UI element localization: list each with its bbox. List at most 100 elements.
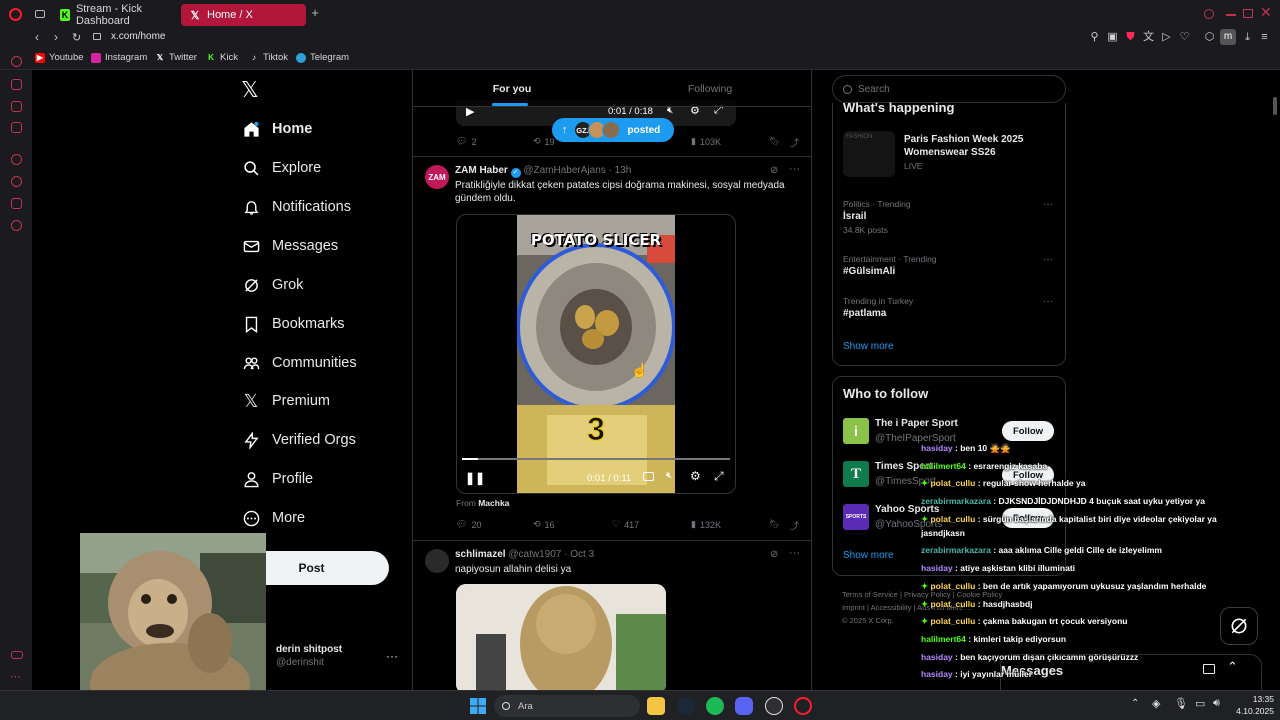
tweet-time[interactable]: · 13h	[609, 165, 632, 176]
sidebar-chat-icon[interactable]	[11, 101, 22, 112]
extensions-icon[interactable]: ⬡	[1204, 32, 1215, 43]
windows-start-icon[interactable]	[469, 697, 487, 715]
footer-link[interactable]: Imprint	[842, 603, 865, 612]
tab-following[interactable]: Following	[611, 70, 809, 107]
author-handle[interactable]: @ZamHaberAjans	[523, 165, 605, 176]
translate-icon[interactable]: 文	[1143, 32, 1154, 43]
grok-floating-button[interactable]	[1220, 607, 1258, 645]
page-scrollbar[interactable]	[1272, 70, 1278, 690]
trend-item[interactable]: Trending in Turkey #patlama ···	[843, 296, 1058, 326]
forward-button[interactable]: ›	[54, 30, 58, 44]
mute-icon[interactable]: 🔇︎	[666, 470, 672, 481]
opera-logo-icon[interactable]	[9, 8, 22, 21]
tab-kick-dashboard[interactable]: K Stream - Kick Dashboard	[52, 3, 178, 27]
views-button[interactable]: ▮ 132K	[691, 519, 721, 530]
new-message-icon[interactable]	[1203, 664, 1215, 674]
bookmark-kick[interactable]: K Kick	[206, 52, 238, 63]
clock[interactable]: 13:35 4.10.2025	[1230, 693, 1274, 717]
footer-link[interactable]: Terms of Service	[842, 590, 898, 599]
author-name[interactable]: schlimazel	[455, 549, 506, 560]
taskbar-search[interactable]: Ara	[494, 695, 640, 717]
views-button[interactable]: ▮ 103K	[691, 136, 721, 147]
nav-notifications[interactable]: Notifications	[242, 192, 351, 222]
bookmark-telegram[interactable]: Telegram	[296, 52, 349, 63]
trend-item[interactable]: Politics · Trending İsrail 34.8K posts ·…	[843, 199, 1058, 239]
pin-icon[interactable]: ⚲	[1089, 32, 1100, 43]
snapshot-icon[interactable]: ▣	[1107, 32, 1118, 43]
posted-pill[interactable]: ↑ GZ. posted	[552, 118, 674, 142]
sidebar-history-icon[interactable]	[11, 176, 22, 187]
captions-icon[interactable]	[643, 472, 654, 481]
bookmark-button[interactable]: 🔖︎	[769, 136, 780, 147]
sidebar-messenger-icon[interactable]	[11, 122, 22, 133]
spotify-icon[interactable]	[706, 697, 724, 715]
follow-button[interactable]: Follow	[1002, 421, 1054, 441]
profile-avatar[interactable]: m	[1220, 29, 1236, 45]
menu-icon[interactable]: ≡	[1259, 32, 1270, 43]
search-box[interactable]: Search	[832, 75, 1066, 103]
source-name[interactable]: Machka	[478, 498, 509, 508]
bookmark-button[interactable]: 🔖︎	[769, 519, 780, 530]
bookmark-tiktok[interactable]: ♪ Tiktok	[249, 52, 288, 63]
nav-verified-orgs[interactable]: Verified Orgs	[242, 425, 356, 455]
settings-icon[interactable]: ⚙	[690, 469, 701, 483]
collapse-icon[interactable]: ⌃	[1227, 659, 1238, 675]
avatar[interactable]	[425, 549, 449, 573]
bookmark-youtube[interactable]: ▶ Youtube	[35, 52, 84, 63]
reply-button[interactable]: 💬︎ 2	[456, 136, 476, 147]
url-field[interactable]: x.com/home	[111, 31, 165, 42]
opera-taskbar-icon[interactable]	[794, 697, 812, 715]
sidebar-extensions-icon[interactable]	[11, 198, 22, 209]
tab-home-x[interactable]: 𝕏 Home / X	[181, 4, 306, 26]
nav-premium[interactable]: 𝕏 Premium	[242, 386, 330, 416]
show-more-link[interactable]: Show more	[843, 341, 894, 352]
sidebar-cx-icon[interactable]	[11, 651, 23, 659]
sidebar-player-icon[interactable]	[11, 154, 22, 165]
maximize-button[interactable]	[1243, 9, 1253, 18]
volume-icon[interactable]: 🔊︎	[1213, 697, 1220, 710]
tweet-time[interactable]: · Oct 3	[564, 549, 594, 560]
reply-button[interactable]: 💬︎ 20	[456, 519, 481, 530]
search-tabs-icon[interactable]	[1204, 9, 1214, 19]
fullscreen-icon[interactable]: ⤢	[714, 469, 724, 484]
pause-icon[interactable]: ❚❚	[465, 471, 485, 485]
trend-more-icon[interactable]: ···	[1043, 254, 1053, 265]
file-explorer-icon[interactable]	[647, 697, 665, 715]
close-window-button[interactable]: ✕	[1260, 4, 1272, 21]
microphone-icon[interactable]: 🎙︎	[1174, 697, 1188, 710]
shield-icon[interactable]: ⛊	[1125, 32, 1136, 43]
account-more-icon[interactable]: ···	[386, 649, 398, 663]
tab-for-you[interactable]: For you	[413, 70, 611, 107]
x-logo-icon[interactable]: 𝕏	[241, 78, 259, 102]
nav-bookmarks[interactable]: Bookmarks	[242, 309, 345, 339]
trend-more-icon[interactable]: ···	[1043, 296, 1053, 307]
back-button[interactable]: ‹	[35, 30, 39, 44]
nav-messages[interactable]: Messages	[242, 231, 338, 261]
share-button[interactable]: ⤴	[790, 519, 799, 532]
bookmark-twitter[interactable]: 𝕏 Twitter	[155, 52, 197, 63]
download-icon[interactable]: ⤓	[1242, 32, 1253, 43]
network-icon[interactable]: ◈	[1152, 697, 1160, 710]
tweet-image[interactable]	[456, 584, 666, 690]
trend-item[interactable]: FASHION Paris Fashion Week 2025 Womenswe…	[843, 131, 1058, 181]
sidebar-settings-icon[interactable]	[11, 220, 22, 231]
trend-more-icon[interactable]: ···	[1043, 199, 1053, 210]
grok-icon[interactable]: ⊘	[770, 165, 778, 176]
tray-chevron-icon[interactable]: ⌃	[1131, 698, 1139, 709]
minimize-button[interactable]	[1226, 14, 1236, 16]
video-player[interactable]: POTATO SLICER 3 ❚❚ 0:01 / 0:11 🔇︎ ⚙ ⤢	[456, 214, 736, 494]
nav-profile[interactable]: Profile	[242, 464, 313, 494]
sidebar-ai-icon[interactable]	[11, 79, 22, 90]
nav-home[interactable]: Home	[242, 114, 312, 144]
account-switcher[interactable]: derin shitpost @derinshit ···	[276, 644, 401, 674]
trend-item[interactable]: Entertainment · Trending #GülsimAli ···	[843, 254, 1058, 284]
author-handle[interactable]: @catw1907	[508, 549, 561, 560]
author-name[interactable]: ZAM Haber	[455, 165, 508, 176]
display-icon[interactable]: ▭	[1195, 697, 1205, 710]
tweet-more-icon[interactable]: ···	[789, 163, 800, 175]
avatar[interactable]: ZAM	[425, 165, 449, 189]
sidebar-refresh-icon[interactable]	[11, 56, 22, 67]
heart-icon[interactable]: ♡	[1179, 32, 1190, 43]
nav-more[interactable]: More	[242, 503, 305, 533]
tab-switcher-icon[interactable]	[35, 10, 45, 18]
